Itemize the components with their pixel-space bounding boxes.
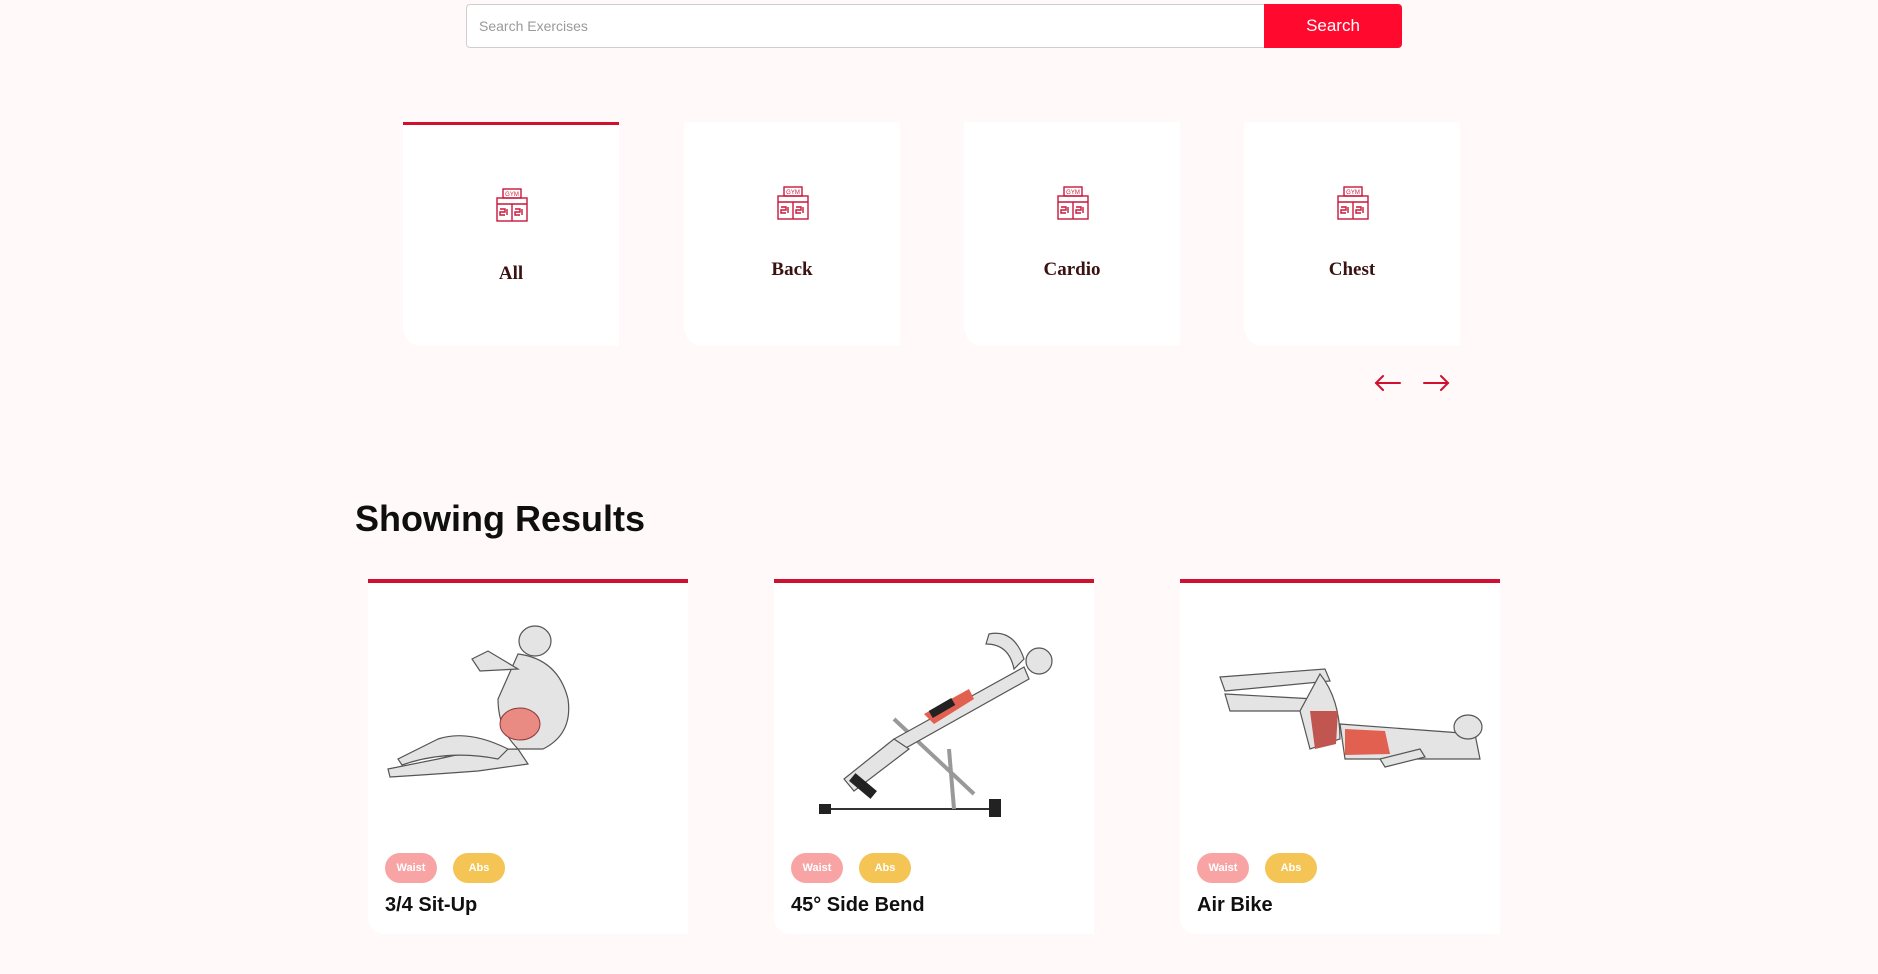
side-bend-illustration (819, 632, 1053, 817)
search-input[interactable] (466, 4, 1264, 48)
tag-waist[interactable]: Waist (1197, 853, 1249, 883)
svg-text:GYM: GYM (1066, 190, 1080, 196)
category-label: Back (771, 259, 813, 280)
carousel-prev-button[interactable] (1373, 370, 1403, 396)
category-card-cardio[interactable]: GYM Cardio (964, 122, 1180, 346)
gym-icon: GYM (1057, 186, 1089, 220)
category-label: Chest (1328, 259, 1376, 280)
svg-text:GYM: GYM (1346, 190, 1360, 196)
category-label: Cardio (1043, 259, 1101, 280)
exercise-name: Air Bike (1197, 894, 1273, 916)
carousel-next-button[interactable] (1421, 370, 1451, 396)
gym-icon: GYM (1337, 186, 1369, 220)
tag-waist[interactable]: Waist (791, 853, 843, 883)
tag-abs[interactable]: Abs (453, 853, 505, 883)
category-card-chest[interactable]: GYM Chest (1244, 122, 1460, 346)
svg-text:GYM: GYM (505, 192, 519, 198)
search-bar: Search (466, 4, 1402, 48)
search-button[interactable]: Search (1264, 4, 1402, 48)
sit-up-illustration (387, 625, 570, 778)
gym-icon: GYM (777, 186, 809, 220)
exercise-card[interactable]: Waist Abs 3/4 Sit-Up (368, 579, 688, 934)
category-card-all[interactable]: GYM All (403, 122, 619, 346)
results-title: Showing Results (355, 498, 646, 539)
exercise-name: 3/4 Sit-Up (385, 894, 478, 916)
svg-text:GYM: GYM (786, 190, 800, 196)
category-card-back[interactable]: GYM Back (684, 122, 900, 346)
exercise-name: 45° Side Bend (791, 894, 925, 916)
arrow-right-icon (1423, 375, 1450, 391)
gym-icon: GYM (496, 188, 528, 222)
tag-waist[interactable]: Waist (385, 853, 437, 883)
category-label: All (498, 263, 524, 284)
tag-abs[interactable]: Abs (859, 853, 911, 883)
arrow-left-icon (1374, 375, 1401, 391)
air-bike-illustration (1219, 668, 1483, 768)
exercise-card[interactable]: Waist Abs 45° Side Bend (774, 579, 1094, 934)
tag-abs[interactable]: Abs (1265, 853, 1317, 883)
exercise-card[interactable]: Waist Abs Air Bike (1180, 579, 1500, 934)
